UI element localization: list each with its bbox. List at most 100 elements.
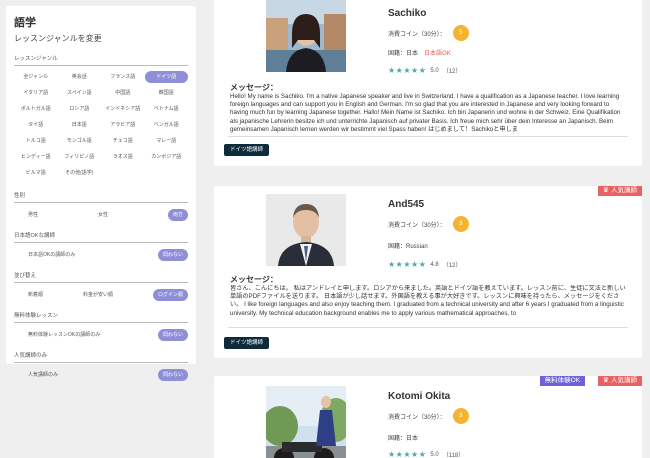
- language-option[interactable]: マレー語: [145, 135, 189, 147]
- language-option[interactable]: モンゴル語: [58, 135, 102, 147]
- teacher-name[interactable]: And545: [388, 199, 424, 210]
- language-option[interactable]: イタリア語: [14, 87, 58, 99]
- teacher-name[interactable]: Sachiko: [388, 8, 426, 19]
- country-value: 日本: [406, 51, 419, 57]
- language-option[interactable]: カンボジア語: [145, 151, 189, 163]
- popular-badge-label: 人気講師: [611, 377, 637, 384]
- language-option[interactable]: スペイン語: [58, 87, 102, 99]
- coin-label: 消費コイン（30分）：: [388, 31, 446, 38]
- sort-label: 並び替え: [14, 271, 188, 283]
- message-heading: メッセージ：: [230, 83, 278, 92]
- rating-value: 5.0: [430, 67, 439, 74]
- language-option[interactable]: ドイツ語: [144, 71, 188, 83]
- coin-cost: 消費コイン（30分）： 3: [388, 408, 469, 424]
- teacher-card[interactable]: Sachiko 消費コイン（30分）： 5 国籍：日本 日本語OK ★★★★★ 5…: [214, 0, 642, 166]
- free-trial-option[interactable]: 無料体験レッスンOKの講師のみ: [28, 331, 100, 338]
- language-option[interactable]: ベトナム語: [145, 103, 189, 115]
- country-value: 日本: [406, 436, 419, 442]
- language-option[interactable]: 中国語: [101, 87, 145, 99]
- language-option[interactable]: 韓国語: [145, 87, 189, 99]
- language-grid: 全ジャンル 英会話 フランス語 ドイツ語イタリア語 スペイン語 中国語 韓国語ポルトガル語ロ…: [14, 71, 188, 179]
- japanese-ok-label: 日本語OKな講師: [14, 231, 188, 243]
- gender-filter: 男性 女性 両方: [14, 208, 188, 221]
- language-option[interactable]: インドネシア語: [101, 103, 145, 115]
- free-trial-label: 無料体験レッスン: [14, 311, 188, 323]
- sort-login-button[interactable]: ログイン順: [152, 288, 188, 301]
- coin-icon: 3: [452, 408, 469, 424]
- sort-cheapest-option[interactable]: 料金が安い順: [83, 291, 113, 298]
- language-option[interactable]: ポルトガル語: [14, 103, 58, 115]
- japanese-ok-any-button[interactable]: 問わない: [157, 248, 188, 261]
- gender-female-option[interactable]: 女性: [98, 211, 108, 218]
- language-option[interactable]: ロシア語: [58, 103, 102, 115]
- star-rating-icon: ★★★★★: [388, 450, 427, 458]
- crown-icon: ♛: [602, 187, 609, 194]
- teacher-tag[interactable]: ドイツ語講師: [224, 144, 270, 156]
- sort-newest-option[interactable]: 新着順: [28, 291, 43, 298]
- change-genre-link[interactable]: レッスンジャンルを変更: [14, 33, 188, 44]
- japanese-ok-option[interactable]: 日本語OKの講師のみ: [28, 251, 75, 258]
- language-option[interactable]: ビルマ語: [14, 167, 58, 179]
- country-info: 国籍：日本: [388, 433, 418, 442]
- review-count: （12）: [442, 69, 462, 75]
- star-rating-icon: ★★★★★: [388, 260, 427, 269]
- review-count: （118）: [442, 453, 465, 458]
- rating: ★★★★★ 5.0 （12）: [388, 66, 461, 75]
- star-rating-icon: ★★★★★: [388, 66, 427, 75]
- teacher-photo[interactable]: [266, 386, 346, 458]
- crown-icon: ♛: [602, 377, 609, 384]
- teacher-name[interactable]: Kotomi Okita: [388, 391, 450, 402]
- language-option[interactable]: その他(語学): [58, 167, 102, 179]
- rating-value: 5.0: [430, 451, 439, 458]
- language-option[interactable]: アラビア語: [101, 119, 145, 131]
- gender-label: 性別: [14, 191, 188, 203]
- sort-filter: 新着順 料金が安い順 ログイン順: [14, 288, 188, 301]
- language-option[interactable]: 日本語: [58, 119, 102, 131]
- language-option[interactable]: ヒンディー語: [14, 151, 58, 163]
- rating: ★★★★★ 5.0 （118）: [388, 450, 464, 458]
- category-title: 語学: [14, 17, 36, 29]
- teacher-message: 皆さん、こんにちは。 私はアンドレイと申します。ロシアから来ました。英語とドイツ…: [230, 285, 626, 317]
- language-option[interactable]: 英会話: [58, 71, 102, 83]
- language-option[interactable]: ラオス語: [101, 151, 145, 163]
- teacher-message: Hello! My name is Sachiko. I'm a native …: [230, 93, 621, 133]
- japanese-ok-filter: 日本語OKの講師のみ 問わない: [14, 248, 188, 261]
- gender-male-option[interactable]: 男性: [28, 211, 38, 218]
- language-option[interactable]: チェコ語: [101, 135, 145, 147]
- country-info: 国籍：日本 日本語OK: [388, 48, 451, 57]
- teacher-tag[interactable]: ドイツ語講師: [224, 337, 270, 349]
- teacher-card[interactable]: ♛ 人気講師 And545 消費コイン（30分）： 3 国籍：Russian ★★…: [214, 186, 642, 358]
- filter-sidebar: 語学 レッスンジャンルを変更 レッスンジャンル 全ジャンル 英会話 フランス語 ドイツ…: [6, 6, 196, 381]
- coin-cost: 消費コイン（30分）： 5: [388, 25, 469, 41]
- free-trial-any-button[interactable]: 問わない: [157, 328, 188, 341]
- popular-option[interactable]: 人気講師のみ: [28, 371, 58, 378]
- coin-label: 消費コイン（30分）：: [388, 222, 446, 229]
- language-option[interactable]: トルコ語: [14, 135, 58, 147]
- language-option[interactable]: フランス語: [101, 71, 145, 83]
- message-heading: メッセージ：: [230, 275, 278, 284]
- coin-label: 消費コイン（30分）：: [388, 414, 446, 421]
- language-option[interactable]: タイ語: [14, 119, 58, 131]
- coin-cost: 消費コイン（30分）： 3: [388, 216, 469, 232]
- language-option[interactable]: ベンガル語: [145, 119, 189, 131]
- review-count: （12）: [442, 263, 462, 269]
- popular-label: 人気講師のみ: [14, 351, 188, 363]
- divider: [228, 136, 628, 137]
- country-value: Russian: [406, 244, 428, 250]
- free-trial-filter: 無料体験レッスンOKの講師のみ 問わない: [14, 328, 188, 341]
- rating-value: 4.8: [430, 261, 439, 268]
- free-trial-badge: 無料体験OK: [539, 376, 585, 386]
- popular-badge: ♛ 人気講師: [597, 376, 642, 386]
- country-prefix: 国籍：: [388, 436, 407, 442]
- popular-badge: ♛ 人気講師: [597, 186, 642, 196]
- divider: [228, 327, 628, 328]
- language-option[interactable]: 全ジャンル: [14, 71, 58, 83]
- teacher-photo[interactable]: [266, 0, 346, 72]
- gender-both-button[interactable]: 両方: [167, 208, 188, 221]
- popular-badge-label: 人気講師: [611, 187, 637, 194]
- teacher-photo[interactable]: [266, 194, 346, 266]
- language-option[interactable]: フィリピノ語: [58, 151, 102, 163]
- teacher-card[interactable]: 無料体験OK ♛ 人気講師 Kotomi Okita 消費コイン（30分）： 3 …: [214, 376, 642, 458]
- genre-label: レッスンジャンル: [14, 54, 188, 66]
- popular-any-button[interactable]: 問わない: [157, 368, 188, 381]
